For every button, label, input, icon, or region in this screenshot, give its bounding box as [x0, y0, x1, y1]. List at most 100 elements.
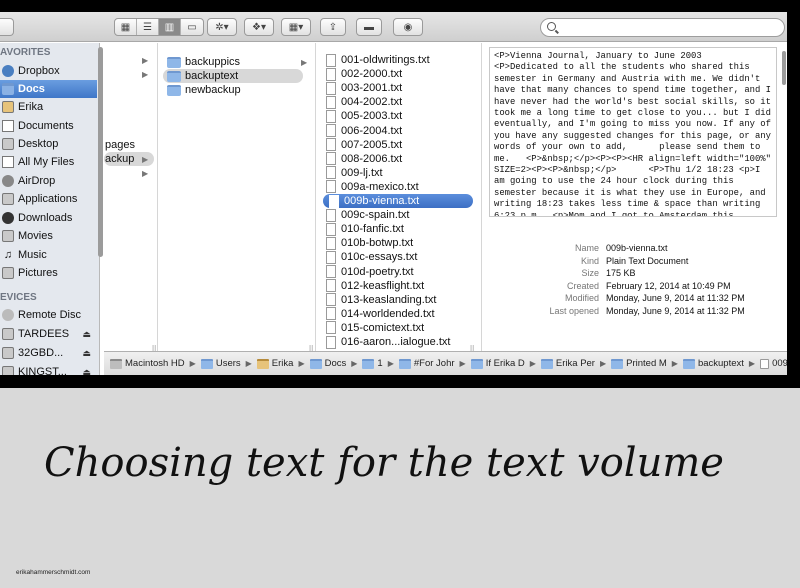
tag-button[interactable]: ▬	[356, 18, 382, 36]
sidebar-item-downloads[interactable]: Downloads	[0, 209, 97, 227]
folder-icon	[362, 358, 375, 369]
chevron-right-icon: ▶	[142, 154, 149, 164]
list-item[interactable]: 001-oldwritings.txt	[320, 53, 470, 67]
list-item[interactable]: ▶	[104, 53, 158, 67]
back-forward-button[interactable]	[0, 18, 14, 36]
dropbox-icon	[2, 65, 14, 77]
view-switcher[interactable]: ▦ ☰ ▥ ▭	[114, 18, 204, 36]
icon-view-button[interactable]: ▦	[115, 19, 137, 35]
sidebar-item-tardees[interactable]: TARDEES ⏏	[0, 325, 97, 343]
sidebar-item-applications[interactable]: Applications	[0, 190, 97, 208]
sidebar-item-pictures[interactable]: Pictures	[0, 264, 97, 282]
breadcrumb-item[interactable]: Erika ▶	[256, 358, 308, 369]
sidebar-item-dropbox[interactable]: Dropbox	[0, 62, 97, 80]
text-file-icon	[326, 236, 336, 250]
list-item[interactable]: ▶	[104, 67, 158, 81]
list-item[interactable]: 006-2004.txt	[320, 124, 470, 138]
list-item[interactable]: 009c-spain.txt	[320, 208, 470, 222]
sidebar-item-documents[interactable]: Documents	[0, 117, 97, 135]
list-item[interactable]: 009-lj.txt	[320, 166, 470, 180]
list-item[interactable]: 009a-mexico.txt	[320, 180, 470, 194]
action-menu-button[interactable]: ✲▾	[207, 18, 237, 36]
breadcrumb-separator-icon: ▶	[599, 359, 607, 368]
sidebar-item-docs[interactable]: Docs	[0, 80, 97, 98]
list-item[interactable]: backuppics ▶	[159, 55, 309, 69]
text-file-icon	[326, 307, 336, 321]
drive-icon	[2, 347, 14, 359]
info-key: Name	[574, 243, 599, 254]
sidebar: AVORITES Dropbox Docs Erika Documents De…	[0, 43, 103, 375]
sidebar-item-32gbd[interactable]: 32GBD... ⏏	[0, 344, 97, 362]
breadcrumb-item[interactable]: Macintosh HD ▶	[110, 358, 199, 369]
preview-scrollbar[interactable]	[782, 51, 786, 85]
list-item[interactable]: 015-comictext.txt	[320, 321, 470, 335]
info-key: Size	[581, 268, 599, 279]
breadcrumb-item[interactable]: Docs ▶	[309, 358, 361, 369]
list-item[interactable]: 012-keasflight.txt	[320, 279, 470, 293]
breadcrumb-item[interactable]: 009b-vienna.txt	[760, 358, 787, 369]
search-field[interactable]	[540, 18, 785, 37]
breadcrumb-item[interactable]: Erika Per ▶	[540, 358, 609, 369]
text-file-icon	[326, 335, 336, 349]
sidebar-item-desktop[interactable]: Desktop	[0, 135, 97, 153]
list-item[interactable]: 010b-botwp.txt	[320, 236, 470, 250]
caption: Choosing text for the text volume	[44, 440, 724, 486]
info-value: February 12, 2014 at 10:49 PM	[606, 280, 731, 291]
text-file-icon	[326, 222, 336, 236]
eject-icon[interactable]: ⏏	[82, 348, 91, 359]
list-item[interactable]: 008-2006.txt	[320, 152, 470, 166]
list-item[interactable]: newbackup	[159, 83, 309, 97]
info-value: Monday, June 9, 2014 at 11:32 PM	[606, 293, 745, 304]
list-item-selected[interactable]: ackup ▶	[104, 152, 154, 166]
dropbox-icon: ❖▾	[252, 21, 266, 33]
sidebar-item-all-my-files[interactable]: All My Files	[0, 153, 97, 171]
breadcrumb-item[interactable]: backuptext ▶	[682, 358, 758, 369]
quicklook-button[interactable]: ◉	[393, 18, 423, 36]
column-view-button[interactable]: ▥	[159, 19, 181, 35]
list-item[interactable]: 002-2000.txt	[320, 67, 470, 81]
list-item[interactable]: 010d-poetry.txt	[320, 265, 470, 279]
breadcrumb-item[interactable]: #For Johr ▶	[398, 358, 469, 369]
list-view-button[interactable]: ☰	[137, 19, 159, 35]
sidebar-item-kingst[interactable]: KINGST... ⏏	[0, 363, 97, 375]
dropbox-menu-button[interactable]: ❖▾	[244, 18, 274, 36]
arrange-icon: ▦▾	[288, 21, 304, 33]
list-item[interactable]: 007-2005.txt	[320, 138, 470, 152]
list-item[interactable]: 010c-essays.txt	[320, 250, 470, 264]
info-row: Created February 12, 2014 at 10:49 PM	[485, 280, 787, 293]
coverflow-view-button[interactable]: ▭	[181, 19, 203, 35]
share-button[interactable]: ⇪	[320, 18, 346, 36]
list-item[interactable]: pages	[104, 138, 158, 152]
breadcrumb-item[interactable]: If Erika D ▶	[470, 358, 539, 369]
sidebar-item-movies[interactable]: Movies	[0, 227, 97, 245]
arrange-button[interactable]: ▦▾	[281, 18, 311, 36]
sidebar-item-airdrop[interactable]: AirDrop	[0, 172, 97, 190]
breadcrumb-separator-icon: ▶	[459, 359, 466, 368]
music-icon: ♫	[3, 249, 13, 261]
applications-icon	[2, 193, 14, 205]
list-item[interactable]: 004-2002.txt	[320, 95, 470, 109]
list-item[interactable]: 005-2003.txt	[320, 109, 470, 123]
breadcrumb-item[interactable]: Users ▶	[200, 358, 255, 369]
eject-icon[interactable]: ⏏	[82, 367, 91, 376]
breadcrumb-item[interactable]: 1 ▶	[362, 358, 396, 369]
sidebar-item-erika[interactable]: Erika	[0, 98, 97, 116]
text-file-icon	[326, 53, 336, 67]
list-item[interactable]: 016-aaron...ialogue.txt	[320, 335, 470, 349]
column-parent: ▶ ▶ pages ackup ▶ ▶ ||	[104, 43, 158, 355]
hard-drive-icon	[110, 358, 122, 369]
sidebar-item-remote-disc[interactable]: Remote Disc	[0, 306, 97, 324]
list-item[interactable]: 010-fanfic.txt	[320, 222, 470, 236]
eject-icon[interactable]: ⏏	[82, 329, 91, 340]
home-icon	[2, 101, 14, 113]
list-item-selected[interactable]: 009b-vienna.txt	[323, 194, 473, 208]
breadcrumb-item[interactable]: Printed M ▶	[611, 358, 681, 369]
list-item[interactable]: 003-2001.txt	[320, 81, 470, 95]
file-preview-text[interactable]: <P>Vienna Journal, January to June 2003 …	[489, 47, 777, 217]
list-item[interactable]: 013-keaslanding.txt	[320, 293, 470, 307]
list-item[interactable]: 014-worldended.txt	[320, 307, 470, 321]
sidebar-scrollbar[interactable]	[98, 47, 103, 257]
sidebar-item-music[interactable]: ♫ Music	[0, 246, 97, 264]
list-item[interactable]: ▶	[104, 166, 158, 180]
list-item-selected[interactable]: backuptext	[163, 69, 303, 83]
